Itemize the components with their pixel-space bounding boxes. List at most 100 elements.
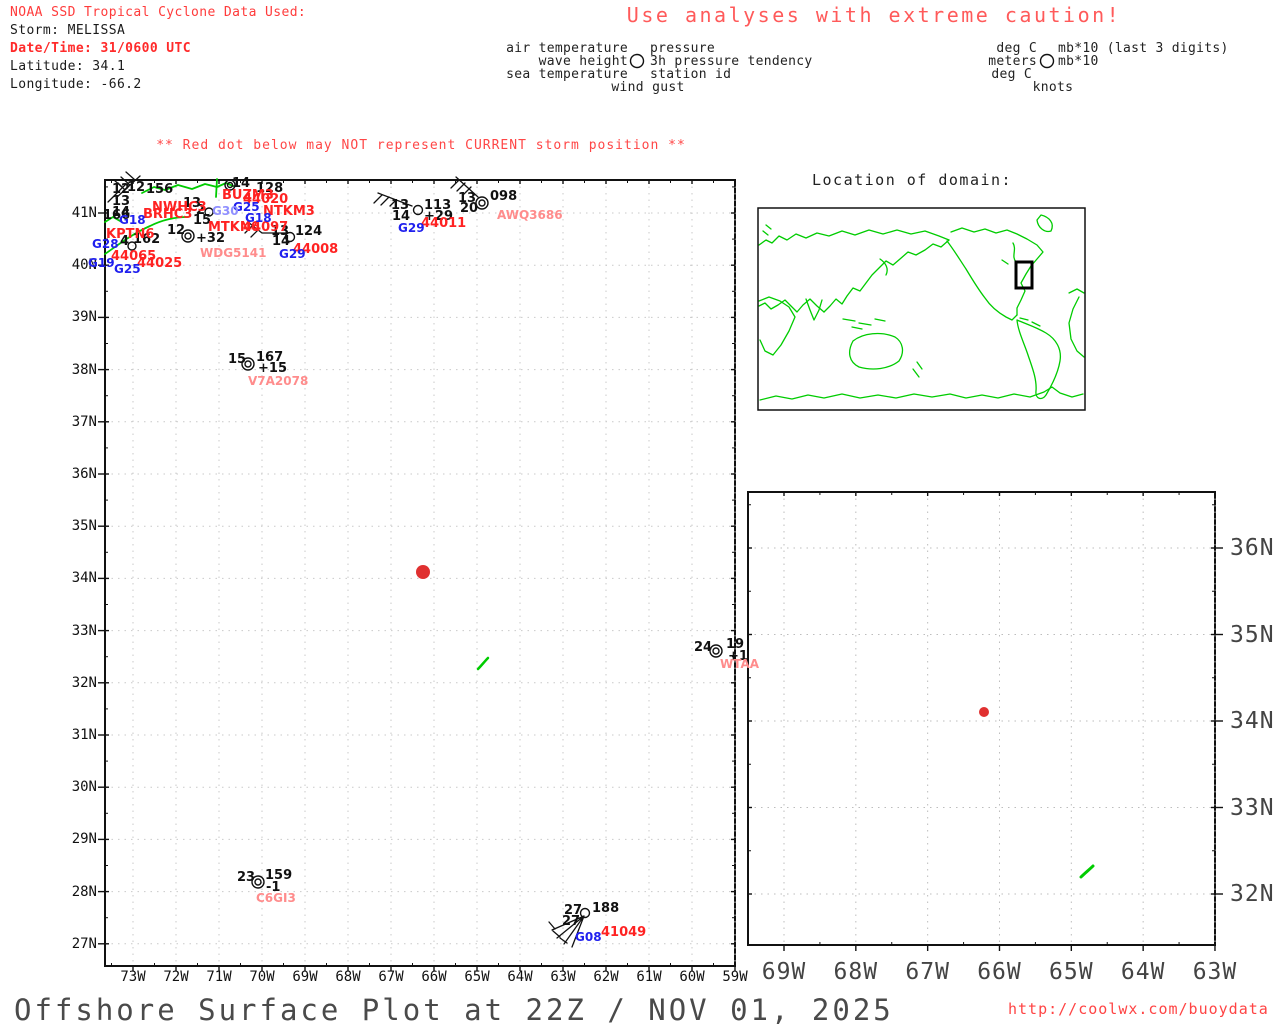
main-map-lat-label: 34N: [72, 570, 97, 586]
main-map-lat-label: 31N: [72, 727, 97, 743]
world-coastline: [824, 240, 949, 312]
map-label: 15: [228, 352, 246, 367]
detail-map-lat-label: 34N: [1230, 708, 1275, 734]
legend-station-id: station id: [650, 67, 731, 82]
plot-title: Offshore Surface Plot at 22Z / NOV 01, 2…: [14, 993, 894, 1024]
main-map-lat-label: 29N: [72, 831, 97, 847]
map-label: G25: [114, 262, 141, 276]
world-coastline: [1069, 289, 1084, 357]
map-label: G30: [212, 204, 239, 218]
detail-map-lon-label: 69W: [762, 959, 807, 985]
inset-title: Location of domain:: [812, 171, 1012, 189]
main-map-lat-label: 30N: [72, 779, 97, 795]
map-label: 27: [562, 914, 580, 929]
main-map-lat-label: 32N: [72, 675, 97, 691]
legend-circle-right: [1041, 55, 1054, 68]
map-label: 44025: [137, 256, 182, 271]
coastline: [216, 179, 217, 197]
detail-map-lon-label: 66W: [977, 959, 1022, 985]
main-map-lon-label: 72W: [163, 969, 188, 985]
world-coastline: [947, 241, 1017, 320]
map-label: 44011: [421, 216, 466, 231]
map-label: WDG5141: [200, 246, 266, 260]
main-map-lat-label: 36N: [72, 466, 97, 482]
world-coastline: [850, 334, 903, 369]
main-map-lat-label: 33N: [72, 623, 97, 639]
main-map-lat-label: 35N: [72, 518, 97, 534]
plot-canvas: [0, 0, 1280, 1024]
main-map-lat-label: 38N: [72, 362, 97, 378]
world-coastline: [1037, 215, 1052, 231]
main-map-lon-label: 68W: [335, 969, 360, 985]
map-label: V7A2078: [248, 374, 308, 388]
main-map-lon-label: 71W: [206, 969, 231, 985]
main-map-lon-label: 65W: [464, 969, 489, 985]
world-coastline: [843, 319, 885, 329]
map-label: G29: [398, 221, 425, 235]
world-coastline: [1017, 320, 1060, 398]
map-label: G19: [88, 256, 115, 270]
main-map-lon-label: 62W: [593, 969, 618, 985]
map-label: AWQ3686: [497, 208, 563, 222]
map-label: 12: [127, 180, 145, 195]
main-map-lon-label: 66W: [421, 969, 446, 985]
map-label: 23: [237, 870, 255, 885]
world-coastline: [951, 228, 1043, 315]
map-label: G08: [575, 930, 602, 944]
header-latitude: Latitude: 34.1: [10, 59, 125, 74]
red-dot-warning: ** Red dot below may NOT represent CURRE…: [156, 138, 686, 153]
main-map-lat-label: 28N: [72, 884, 97, 900]
station-circle: [185, 233, 191, 239]
map-label: 24: [694, 640, 712, 655]
map-label: G29: [279, 247, 306, 261]
map-label: G18: [119, 213, 146, 227]
detail-map-lon-label: 68W: [834, 959, 879, 985]
detail-map-lon-label: 63W: [1193, 959, 1238, 985]
detail-map-lon-label: 65W: [1049, 959, 1094, 985]
main-map-lon-label: 64W: [507, 969, 532, 985]
map-label: G18: [245, 211, 272, 225]
main-map-lon-label: 70W: [249, 969, 274, 985]
main-map-lon-label: 63W: [550, 969, 575, 985]
main-map-lon-label: 61W: [636, 969, 661, 985]
station-circle: [479, 200, 485, 206]
map-label: 098: [490, 189, 517, 204]
main-map-lon-label: 67W: [378, 969, 403, 985]
header-storm: Storm: MELISSA: [10, 23, 125, 38]
map-label: 20: [460, 201, 478, 216]
main-map-lat-label: 41N: [72, 205, 97, 221]
map-label: 188: [592, 901, 619, 916]
caution-warning: Use analyses with extreme caution!: [627, 3, 1121, 27]
map-label: 156: [146, 182, 173, 197]
legend-unit-degc-sea: deg C: [991, 67, 1032, 82]
source-url-link[interactable]: http://coolwx.com/buoydata: [1008, 1000, 1269, 1018]
detail-map-lat-label: 36N: [1230, 535, 1275, 561]
bermuda-main: [478, 658, 488, 669]
header-source: NOAA SSD Tropical Cyclone Data Used:: [10, 5, 306, 20]
world-coastline: [759, 230, 949, 245]
main-map-lat-label: 37N: [72, 414, 97, 430]
world-coastline: [1002, 243, 1016, 264]
map-label: G28: [92, 237, 119, 251]
main-map-lon-label: 69W: [292, 969, 317, 985]
map-label: WTAA: [720, 657, 759, 671]
detail-map-lon-label: 67W: [905, 959, 950, 985]
map-label: BRHC3: [143, 207, 192, 222]
legend-sea-temperature: sea temperature: [506, 67, 628, 82]
main-map-lat-label: 39N: [72, 309, 97, 325]
detail-map-lat-label: 35N: [1230, 622, 1275, 648]
legend-circle-center: [631, 55, 644, 68]
world-coastline: [760, 387, 1083, 400]
header-datetime: Date/Time: 31/0600 UTC: [10, 41, 191, 56]
main-map-lon-label: 73W: [120, 969, 145, 985]
main-map-lon-label: 59W: [722, 969, 747, 985]
legend-wind-gust: wind gust: [611, 80, 684, 95]
storm-dot-detail: [979, 707, 989, 717]
map-label: C6GI3: [256, 891, 296, 905]
detail-map-frame: [748, 492, 1215, 945]
main-map-lon-label: 60W: [679, 969, 704, 985]
map-label: 124: [295, 224, 322, 239]
detail-map-lat-label: 33N: [1230, 795, 1275, 821]
domain-box: [1016, 262, 1032, 288]
world-coastline: [763, 225, 771, 235]
